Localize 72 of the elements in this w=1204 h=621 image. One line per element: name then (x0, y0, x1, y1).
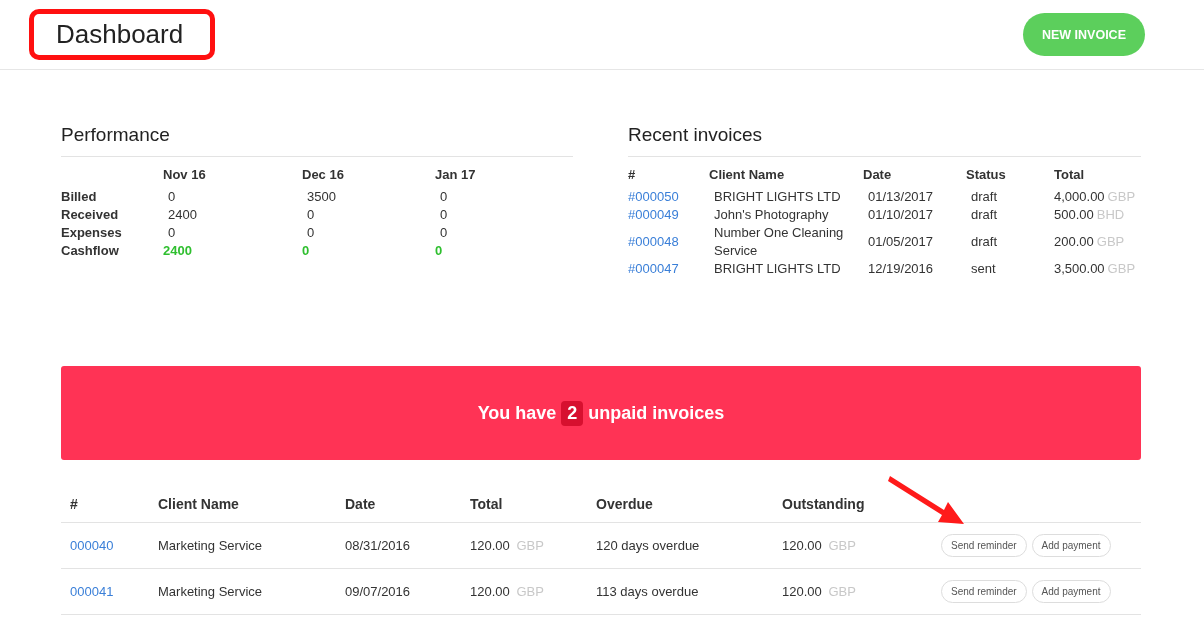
column-header: Dec 16 (302, 166, 345, 184)
invoice-link[interactable]: #000047 (628, 260, 709, 278)
count-badge: 2 (561, 400, 584, 426)
table-cell-text: sent (970, 260, 997, 278)
row-label: Expenses (61, 224, 123, 242)
table-cell-text: draft (970, 206, 998, 224)
action-button[interactable]: Send reminder (941, 534, 1027, 557)
amount: 120.00 (782, 538, 822, 553)
page-title: Dashboard (56, 19, 184, 50)
amount: 500.00 (1054, 207, 1094, 222)
table-cell-text: 0 (439, 206, 449, 224)
table-cell: Marketing Service (158, 584, 263, 599)
column-header: Client Name (709, 166, 786, 184)
table-cell-text: draft (970, 188, 998, 206)
table-cell-text: BRIGHT LIGHTS LTD (713, 188, 842, 206)
table-cell-text: 01/13/2017 (867, 188, 935, 206)
table-cell: 120 days overdue (596, 538, 700, 553)
row-label: Received (61, 206, 120, 224)
table-cell-text: 2400 (163, 242, 193, 260)
invoice-link[interactable]: 000040 (70, 538, 114, 553)
amount: 200.00 (1054, 234, 1094, 249)
column-header: Date (345, 496, 376, 512)
column-header: Overdue (596, 496, 653, 512)
table-cell-text: 0 (167, 224, 177, 242)
column-header: Status (966, 166, 1007, 184)
column-header: Client Name (158, 496, 239, 512)
table-cell-text: Number One Cleaning Service (713, 224, 845, 260)
amount: 120.00 (470, 584, 510, 599)
action-button[interactable]: Add payment (1031, 580, 1111, 603)
table-cell-text: 01/05/2017 (867, 233, 935, 251)
column-header: # (70, 496, 78, 512)
amount: 4,000.00 (1054, 189, 1105, 204)
table-cell-text: 2400 (167, 206, 198, 224)
invoice-link[interactable]: #000048 (628, 233, 709, 251)
amount: 120.00 (782, 584, 822, 599)
column-header: Jan 17 (435, 166, 477, 184)
table-cell-text: 01/10/2017 (867, 206, 935, 224)
table-cell-text: draft (970, 233, 998, 251)
banner-text: You have (477, 402, 557, 424)
table-cell-text: 0 (439, 224, 449, 242)
row-label: Billed (61, 188, 98, 206)
row-label: Cashflow (61, 242, 120, 260)
table-cell: 09/07/2016 (345, 584, 411, 599)
invoice-link[interactable]: 000041 (70, 584, 114, 599)
table-cell-text: 0 (167, 188, 177, 206)
table-cell-text: BRIGHT LIGHTS LTD (713, 260, 842, 278)
table-cell-text: 0 (306, 206, 316, 224)
column-header: # (628, 166, 637, 184)
table-cell-text: 0 (306, 224, 316, 242)
section-title: Recent invoices (628, 124, 764, 147)
column-header: Total (470, 496, 503, 512)
column-header: Total (1054, 166, 1086, 184)
table-cell-text: 0 (302, 242, 311, 260)
table-cell: 08/31/2016 (345, 538, 411, 553)
invoice-link[interactable]: #000049 (628, 206, 709, 224)
action-button[interactable]: Add payment (1031, 534, 1111, 557)
action-button[interactable]: Send reminder (941, 580, 1027, 603)
amount: 3,500.00 (1054, 261, 1105, 276)
column-header: Date (863, 166, 893, 184)
table-cell-text: 0 (435, 242, 444, 260)
section-title: Performance (61, 124, 171, 147)
table-cell: 113 days overdue (596, 584, 699, 599)
invoice-link[interactable]: #000050 (628, 188, 709, 206)
banner-text: unpaid invoices (588, 402, 725, 424)
table-cell-text: 0 (439, 188, 449, 206)
column-header: Outstanding (782, 496, 865, 512)
amount: 120.00 (470, 538, 510, 553)
table-cell-text: 3500 (306, 188, 337, 206)
table-cell: Marketing Service (158, 538, 263, 553)
table-cell-text: 12/19/2016 (867, 260, 935, 278)
table-cell-text: John's Photography (713, 206, 830, 224)
column-header: Nov 16 (163, 166, 207, 184)
